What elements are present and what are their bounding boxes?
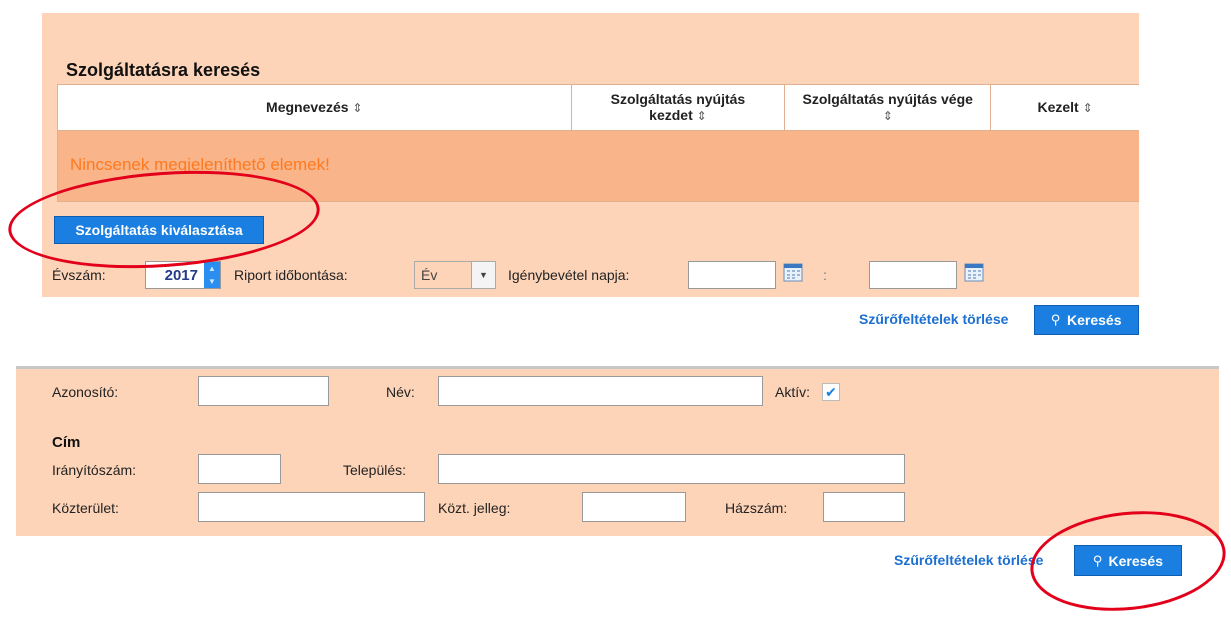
chevron-down-icon[interactable]: ▼ [471, 262, 495, 288]
select-service-button[interactable]: Szolgáltatás kiválasztása [54, 216, 264, 244]
house-number-label: Házszám: [725, 500, 788, 516]
clear-filters-link[interactable]: Szűrőfeltételek törlése [894, 552, 1043, 568]
spinner-buttons[interactable]: ▲ ▼ [204, 262, 220, 288]
sort-icon: ⇕ [696, 109, 707, 123]
year-label: Évszám: [52, 267, 106, 283]
date-from-input[interactable] [688, 261, 776, 289]
column-header-start[interactable]: Szolgáltatás nyújtás kezdet ⇕ [572, 85, 786, 130]
street-input[interactable] [198, 492, 425, 522]
street-type-label: Közt. jelleg: [438, 500, 511, 516]
active-label: Aktív: [775, 384, 811, 400]
name-input[interactable] [438, 376, 763, 406]
zip-label: Irányítószám: [52, 462, 137, 478]
street-type-input[interactable] [582, 492, 686, 522]
column-header-handled[interactable]: Kezelt ⇕ [991, 85, 1139, 130]
date-to-input[interactable] [869, 261, 957, 289]
period-value: Év [421, 267, 438, 283]
address-heading: Cím [52, 434, 81, 451]
calendar-icon[interactable] [964, 262, 984, 282]
street-label: Közterület: [52, 500, 119, 516]
column-header-end[interactable]: Szolgáltatás nyújtás vége ⇕ [785, 85, 992, 130]
city-label: Település: [343, 462, 407, 478]
sort-icon: ⇕ [1082, 101, 1093, 115]
column-header-name[interactable]: Megnevezés ⇕ [58, 85, 572, 130]
search-button[interactable]: ⚲ Keresés [1034, 305, 1139, 335]
search-button-label: Keresés [1108, 552, 1164, 569]
checkmark-icon: ✔ [825, 383, 837, 400]
active-checkbox[interactable]: ✔ [822, 383, 840, 401]
zip-input[interactable] [198, 454, 281, 484]
search-button-label: Keresés [1067, 312, 1122, 328]
year-spinner[interactable]: 2017 ▲ ▼ [145, 261, 221, 289]
clear-filters-link[interactable]: Szűrőfeltételek törlése [859, 311, 1008, 327]
sort-icon: ⇕ [352, 101, 363, 115]
date-separator: : [823, 267, 827, 283]
spin-down-icon[interactable]: ▼ [204, 275, 220, 288]
id-input[interactable] [198, 376, 329, 406]
panel-title: Szolgáltatásra keresés [66, 60, 261, 80]
period-select[interactable]: Év ▼ [414, 261, 496, 289]
search-button[interactable]: ⚲ Keresés [1074, 545, 1182, 576]
calendar-icon[interactable] [783, 262, 803, 282]
house-number-input[interactable] [823, 492, 905, 522]
year-value[interactable]: 2017 [146, 262, 204, 288]
city-input[interactable] [438, 454, 905, 484]
sort-icon: ⇕ [882, 109, 893, 123]
spin-up-icon[interactable]: ▲ [204, 262, 220, 275]
period-label: Riport időbontása: [234, 267, 348, 283]
table-header: Megnevezés ⇕ Szolgáltatás nyújtás kezdet … [57, 84, 1139, 131]
empty-results-message: Nincsenek megjeleníthető elemek! [70, 155, 330, 174]
usage-date-label: Igénybevétel napja: [508, 267, 630, 283]
name-label: Név: [386, 384, 415, 400]
id-label: Azonosító: [52, 384, 119, 400]
search-icon: ⚲ [1092, 552, 1103, 568]
search-icon: ⚲ [1051, 312, 1062, 327]
